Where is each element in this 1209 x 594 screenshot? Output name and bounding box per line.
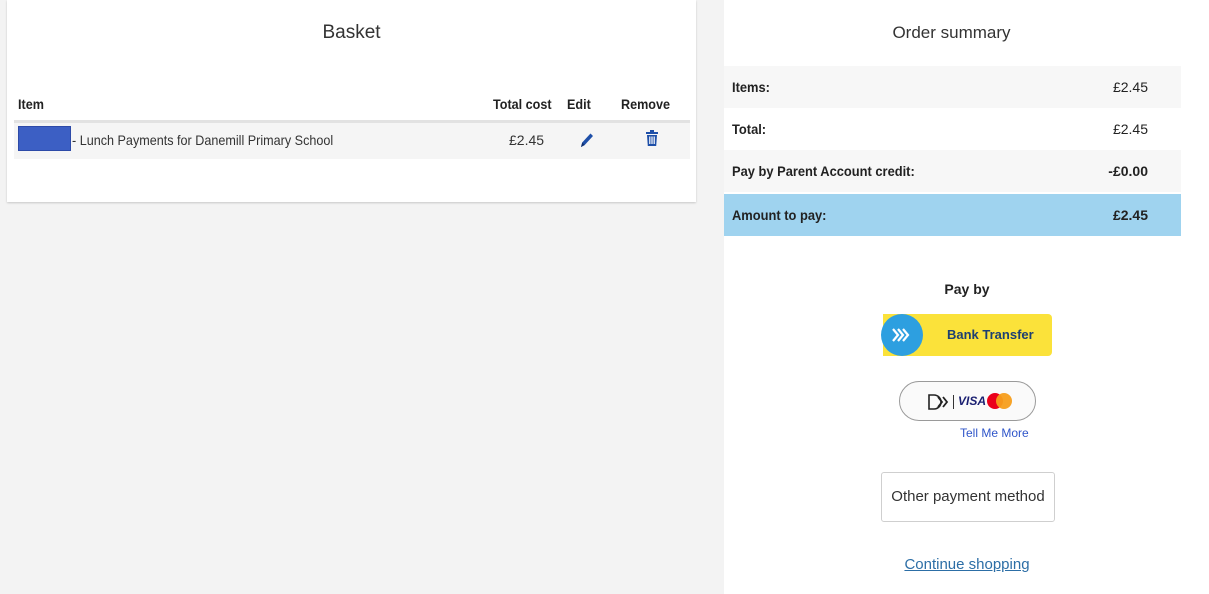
summary-label: Total: — [732, 121, 767, 137]
continue-shopping-link[interactable]: Continue shopping — [724, 556, 1209, 573]
summary-row-items: Items: £2.45 — [724, 66, 1181, 108]
item-total-cost: £2.45 — [509, 132, 545, 148]
bank-transfer-logo — [881, 314, 923, 356]
summary-value: £2.45 — [1112, 207, 1148, 223]
other-payment-method-button[interactable]: Other payment method — [881, 472, 1055, 522]
trash-icon[interactable] — [646, 130, 658, 146]
summary-value: -£0.00 — [1108, 163, 1148, 179]
chevrons-right-icon — [892, 328, 910, 342]
card-provider-logo-icon — [928, 394, 949, 410]
summary-row-total: Total: £2.45 — [724, 108, 1181, 150]
summary-label: Pay by Parent Account credit: — [732, 163, 915, 179]
summary-value: £2.45 — [1112, 79, 1148, 95]
card-payment-button[interactable]: VISA — [899, 381, 1036, 421]
summary-label: Amount to pay: — [732, 207, 827, 223]
pay-by-heading: Pay by — [944, 281, 990, 297]
visa-logo: VISA — [958, 394, 987, 408]
bank-transfer-label: Bank Transfer — [947, 327, 1034, 342]
summary-row-parent-credit: Pay by Parent Account credit: -£0.00 — [724, 150, 1181, 192]
summary-value: £2.45 — [1112, 121, 1148, 137]
order-summary-title: Order summary — [892, 23, 1011, 42]
basket-title: Basket — [322, 22, 381, 43]
bank-transfer-button[interactable]: Bank Transfer — [881, 314, 1052, 356]
summary-label: Items: — [732, 79, 770, 95]
table-row: - Lunch Payments for Danemill Primary Sc… — [14, 123, 690, 159]
redacted-name-block — [18, 126, 71, 151]
mastercard-icon — [996, 393, 1012, 409]
item-description: - Lunch Payments for Danemill Primary Sc… — [72, 132, 334, 148]
column-header-remove: Remove — [621, 96, 671, 112]
tell-me-more-link[interactable]: Tell Me More — [960, 426, 1029, 440]
column-header-edit: Edit — [567, 96, 591, 112]
summary-row-amount-to-pay: Amount to pay: £2.45 — [724, 194, 1181, 236]
column-header-item: Item — [18, 96, 44, 112]
basket-panel: Basket Item Total cost Edit Remove - Lun… — [7, 0, 696, 202]
card-logo-divider — [953, 395, 954, 409]
column-header-total-cost: Total cost — [493, 96, 552, 112]
order-summary-panel: Order summary Items: £2.45 Total: £2.45 … — [724, 0, 1209, 594]
pencil-icon[interactable] — [579, 131, 595, 149]
